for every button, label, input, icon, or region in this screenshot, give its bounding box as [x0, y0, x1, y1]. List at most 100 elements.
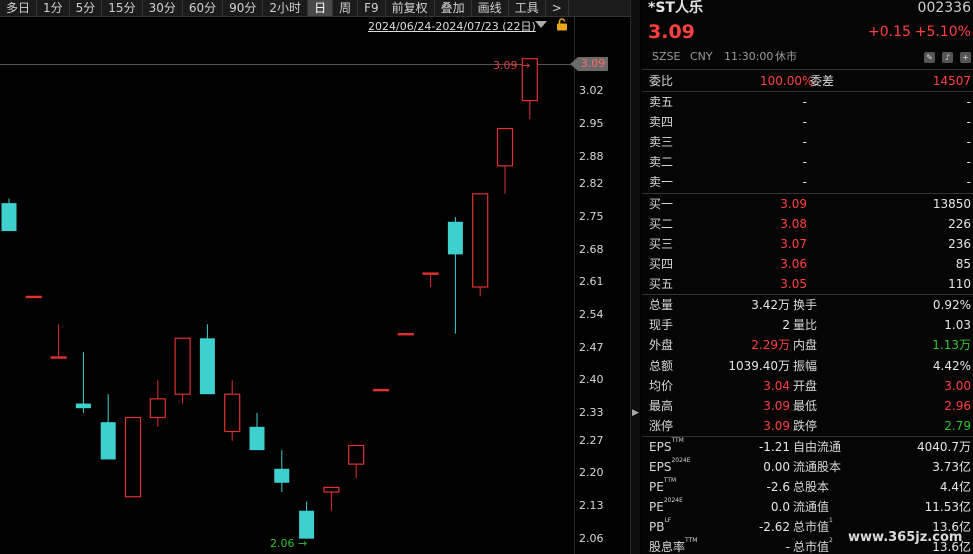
- period-tab[interactable]: 周: [333, 0, 359, 16]
- candle-body: [274, 468, 290, 483]
- level-volume: 110: [948, 277, 971, 291]
- weibi-label: 委比: [649, 74, 674, 88]
- fund-label: 流通股本: [793, 460, 842, 474]
- fund-label: 总市值1: [793, 517, 833, 534]
- fund-value: -1.21: [758, 440, 790, 454]
- stat-row: 外盘 2.29万 内盘 1.13万: [642, 335, 973, 355]
- level-label: 买二: [649, 217, 674, 231]
- exchange-label: SZSE: [652, 50, 681, 63]
- period-tab[interactable]: 30分: [143, 0, 183, 16]
- candle: [447, 217, 463, 334]
- y-tick-label: 2.88: [579, 149, 604, 163]
- order-book-row: 卖二 - -: [642, 152, 973, 172]
- current-price-tag: 3.09: [578, 57, 608, 71]
- period-tab[interactable]: F9: [358, 0, 386, 16]
- period-tab[interactable]: >: [546, 0, 569, 16]
- edit-icon[interactable]: ✎: [924, 52, 935, 63]
- fund-label: 股息率TTM: [649, 537, 698, 554]
- period-tab[interactable]: 90分: [223, 0, 264, 16]
- candle: [1, 198, 17, 232]
- chevron-right-icon[interactable]: ▶: [632, 408, 639, 418]
- fundamental-row: PETTM -2.6 总股本 4.4亿: [642, 477, 973, 497]
- fundamental-row: PE2024E 0.0 流通值 11.53亿: [642, 497, 973, 517]
- fund-label: 总股本: [793, 480, 830, 494]
- period-tab[interactable]: 画线: [472, 0, 509, 16]
- candle-body: [372, 388, 390, 392]
- period-tab[interactable]: 2小时: [263, 0, 309, 16]
- order-book-row: 买一 3.09 13850: [642, 194, 973, 214]
- stat-value: 1.03: [944, 318, 971, 333]
- add-icon[interactable]: +: [960, 52, 971, 63]
- level-label: 卖三: [649, 135, 674, 149]
- quote-time: 11:30:00: [724, 50, 774, 63]
- period-tab[interactable]: 5分: [70, 0, 103, 16]
- stat-row: 总量 3.42万 换手 0.92%: [642, 295, 973, 315]
- period-tab[interactable]: 1分: [37, 0, 70, 16]
- period-tab[interactable]: 工具: [509, 0, 546, 16]
- bell-icon[interactable]: ♪: [942, 52, 953, 63]
- kline-chart[interactable]: 2024/06/24-2024/07/23 (22日) 3.09 3.02 2.9…: [0, 17, 630, 554]
- price-change-pct: +5.10%: [914, 24, 971, 40]
- level-price: 3.09: [780, 197, 807, 211]
- low-marker-value: 2.06: [270, 537, 295, 550]
- stat-label: 跌停: [793, 419, 818, 434]
- order-book-row: 卖一 - -: [642, 172, 973, 192]
- candle-body: [174, 337, 191, 395]
- candlestick-series: [1, 58, 538, 539]
- candle-body: [447, 221, 463, 255]
- level-label: 买四: [649, 257, 674, 271]
- order-book-row: 卖三 - -: [642, 132, 973, 152]
- level-price: 3.08: [780, 217, 807, 231]
- stat-value: 4.42%: [932, 358, 971, 373]
- stat-label: 换手: [793, 298, 818, 312]
- period-tab[interactable]: 多日: [0, 0, 38, 16]
- fund-value: -2.6: [766, 480, 790, 494]
- stat-label: 总量: [649, 298, 674, 312]
- high-marker-label: 3.09 →: [493, 59, 530, 72]
- y-tick-label: 2.40: [579, 373, 604, 387]
- fund-label: EPSTTM: [649, 437, 684, 454]
- period-tab[interactable]: 前复权: [386, 0, 435, 16]
- weicha-label: 委差: [810, 74, 835, 88]
- fund-value: -: [785, 540, 790, 554]
- order-book-row: 买五 3.05 110: [642, 274, 973, 294]
- fundamental-row: EPSTTM -1.21 自由流通 4040.7万: [642, 437, 973, 457]
- stat-row: 现手 2 量比 1.03: [642, 315, 973, 335]
- candle-body: [472, 193, 489, 288]
- level-label: 买三: [649, 237, 674, 251]
- period-tab[interactable]: 15分: [102, 0, 143, 16]
- candle: [224, 380, 241, 441]
- stat-value: 2.96: [944, 399, 971, 413]
- y-tick-label: 2.54: [579, 307, 604, 321]
- stat-row: 涨停 3.09 跌停 2.79: [642, 416, 973, 436]
- candle-body: [25, 295, 42, 299]
- stat-value: 3.09: [763, 399, 790, 413]
- period-tab[interactable]: 叠加: [435, 0, 472, 16]
- level-label: 买五: [649, 277, 674, 291]
- level-label: 卖一: [649, 175, 674, 189]
- level-volume: -: [966, 155, 971, 169]
- level-volume: -: [966, 135, 971, 149]
- order-book-row: 买三 3.07 236: [642, 234, 973, 254]
- stat-label: 开盘: [793, 378, 818, 393]
- y-tick-label: 2.13: [579, 499, 604, 513]
- fund-value: 11.53亿: [924, 500, 971, 514]
- level-price: -: [802, 95, 807, 109]
- level-label: 卖五: [649, 95, 674, 109]
- period-tab[interactable]: 日: [308, 0, 334, 16]
- stat-value: 2.79: [944, 419, 971, 434]
- stat-value: 3.42万: [751, 298, 790, 312]
- panel-collapse-handle[interactable]: ▶: [630, 0, 640, 554]
- period-tab[interactable]: 60分: [183, 0, 224, 16]
- candle: [249, 412, 265, 451]
- candle: [274, 450, 290, 493]
- candle-body: [50, 356, 67, 359]
- candle-body: [249, 426, 265, 451]
- candle-body: [496, 127, 514, 167]
- stat-value: 0.92%: [932, 298, 971, 312]
- weicha-value: 14507: [932, 74, 971, 88]
- fund-label: 流通值: [793, 500, 830, 514]
- candle: [299, 501, 315, 539]
- y-tick-label: 2.20: [579, 466, 604, 480]
- y-tick-label: 3.02: [579, 84, 604, 98]
